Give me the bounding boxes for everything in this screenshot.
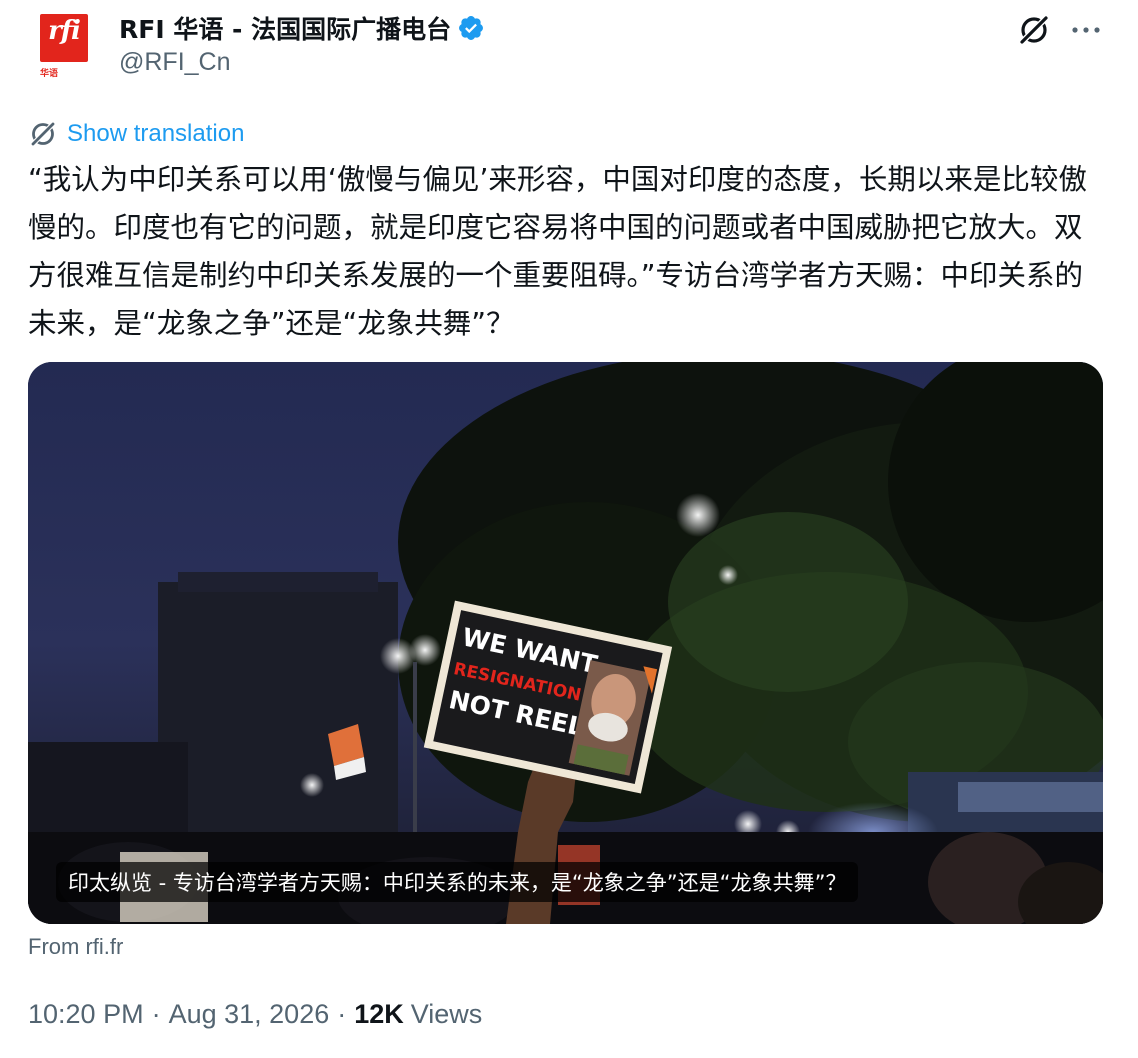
more-dots-icon[interactable] [1068,12,1104,48]
avatar[interactable]: rfi 华语 [40,14,92,79]
author-handle[interactable]: @RFI_Cn [119,48,231,77]
protest-photo: WE WANT RESIGNATION NOT REEL [28,362,1103,924]
verified-badge-icon[interactable] [457,14,485,42]
tweet-date[interactable]: Aug 31, 2026 [169,999,330,1030]
link-source[interactable]: From rfi.fr [28,934,123,960]
translate-icon [28,119,58,149]
tweet-header: rfi 华语 RFI 华语 - 法国国际广播电台 @RFI_Cn [28,10,1113,90]
show-translation-button[interactable]: Show translation [28,118,244,150]
tweet-time[interactable]: 10:20 PM [28,999,144,1030]
avatar-logo-text: rfi [48,16,81,46]
author-name-row[interactable]: RFI 华语 - 法国国际广播电台 [119,12,485,44]
grok-icon[interactable] [1016,12,1052,48]
link-card-image[interactable]: WE WANT RESIGNATION NOT REEL 印太纵览 - 专访台湾… [28,362,1103,924]
tweet-meta: 10:20 PM · Aug 31, 2026 · 12K Views [28,996,482,1032]
avatar-logo-box: rfi [40,14,88,62]
author-display-name[interactable]: RFI 华语 - 法国国际广播电台 [119,10,451,46]
tweet-text: “我认为中印关系可以用‘傲慢与偏见’来形容，中国对印度的态度，长期以来是比较傲慢… [28,163,1087,340]
views-label: Views [410,998,483,1029]
link-card-caption[interactable]: 印太纵览 - 专访台湾学者方天赐：中印关系的未来，是“龙象之争”还是“龙象共舞”… [56,862,859,902]
meta-separator: · [337,998,347,1029]
link-card-caption-text: 印太纵览 - 专访台湾学者方天赐：中印关系的未来，是“龙象之争”还是“龙象共舞”… [68,871,847,895]
avatar-sub-text: 华语 [40,69,59,79]
views-count: 12K [354,998,404,1029]
show-translation-label[interactable]: Show translation [67,120,244,148]
meta-separator: · [151,998,161,1029]
